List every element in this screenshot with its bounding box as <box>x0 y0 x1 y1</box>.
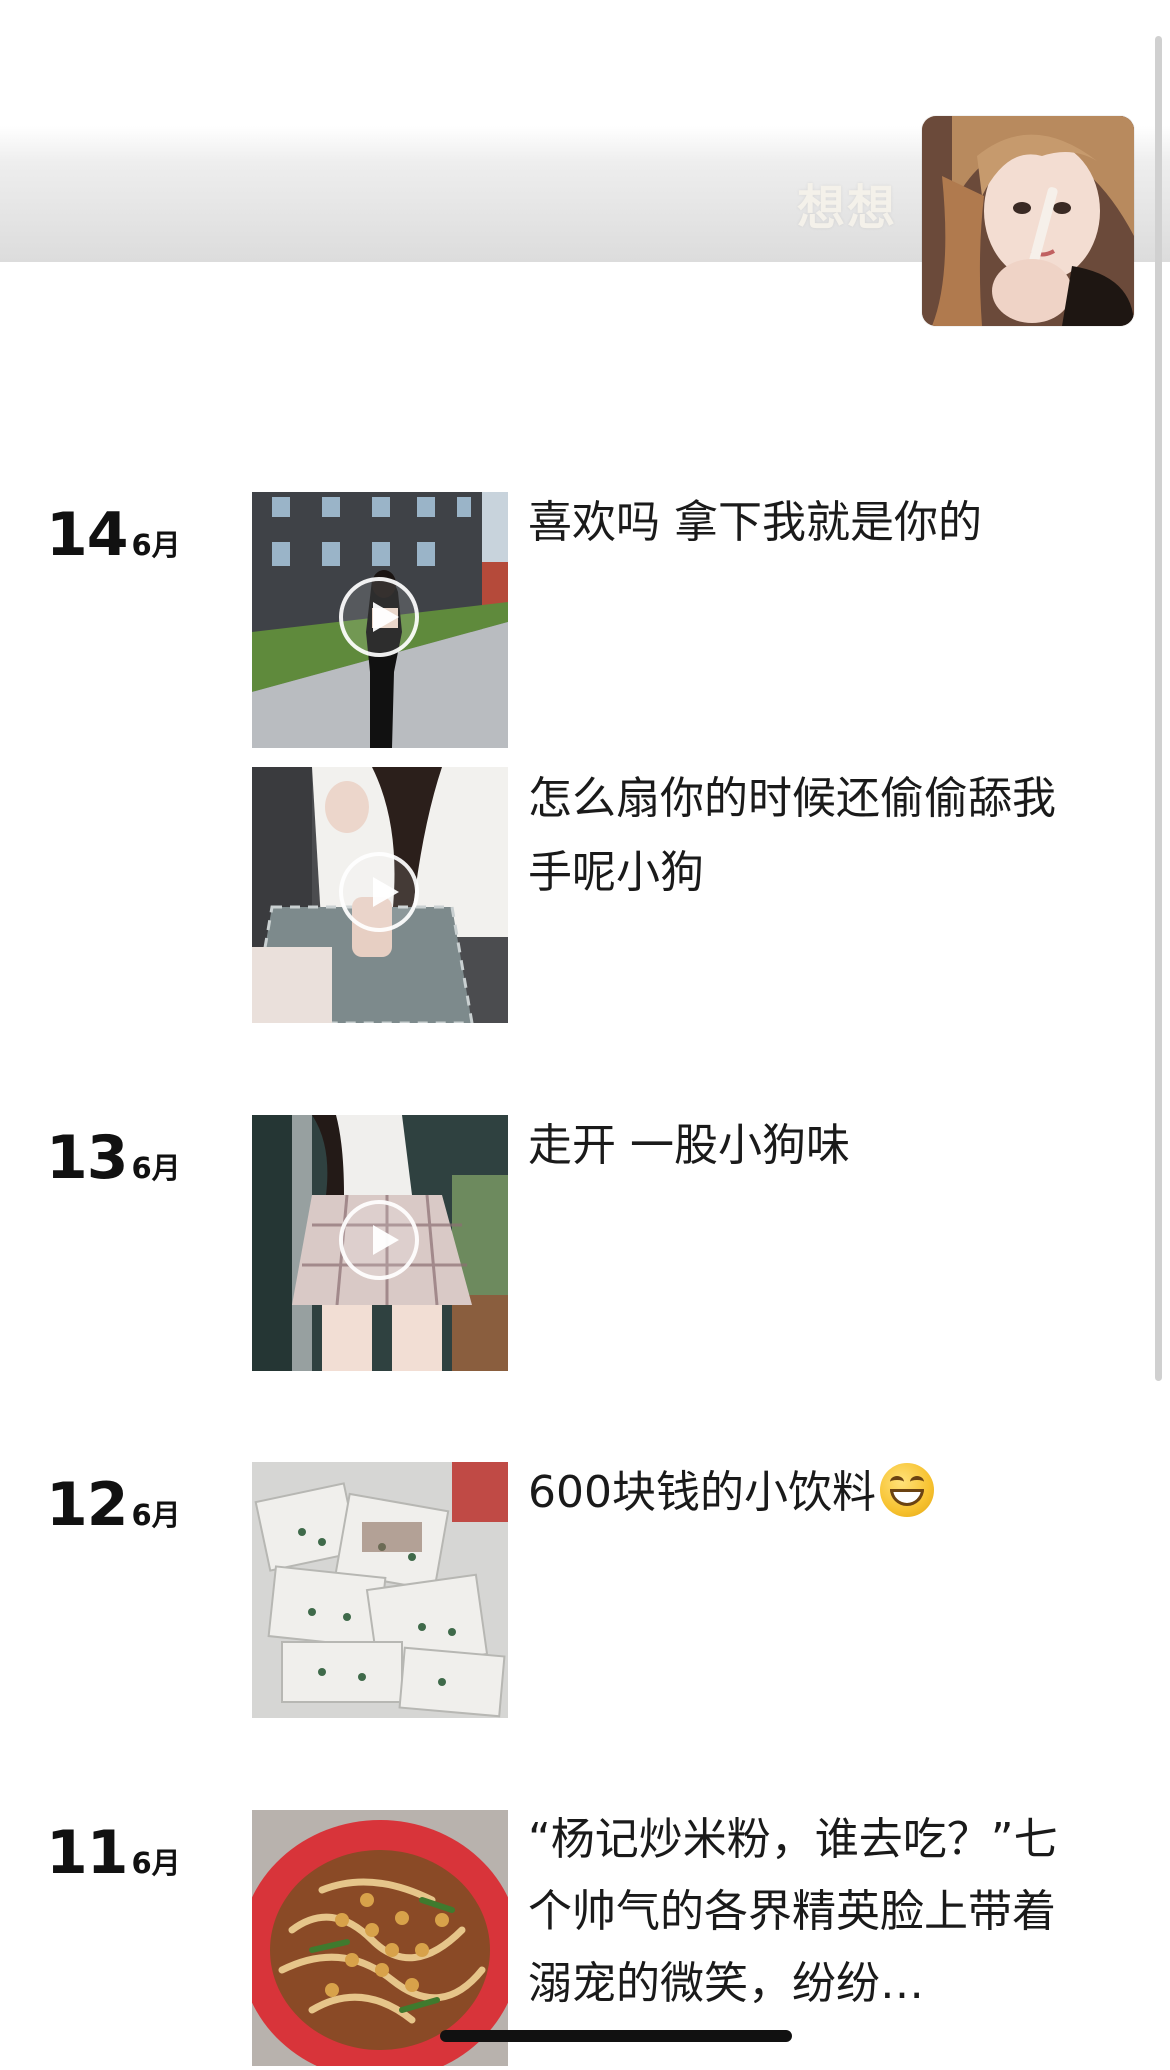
video-thumbnail[interactable] <box>252 492 508 748</box>
post-date-14: 14 6月 <box>46 500 181 570</box>
play-icon[interactable] <box>339 1200 419 1280</box>
photo-thumbnail[interactable] <box>252 1810 508 2066</box>
date-month: 6月 <box>131 1498 181 1532</box>
play-icon[interactable] <box>339 852 419 932</box>
profile-nickname: 想想 <box>796 180 897 236</box>
grinning-face-emoji-icon <box>879 1463 934 1517</box>
post-caption[interactable]: 喜欢吗 拿下我就是你的 <box>528 486 1088 560</box>
date-day: 11 <box>46 1818 128 1888</box>
post-caption[interactable]: 600块钱的小饮料 <box>528 1456 1088 1530</box>
profile-avatar[interactable] <box>922 116 1134 326</box>
caption-text: 600块钱的小饮料 <box>528 1467 876 1518</box>
post-caption[interactable]: 走开 一股小狗味 <box>528 1109 1088 1183</box>
post-date-11: 11 6月 <box>46 1818 181 1888</box>
avatar-photo-icon <box>922 116 1134 326</box>
fried-rice-noodles-icon <box>252 1810 508 2066</box>
post-date-12: 12 6月 <box>46 1470 181 1540</box>
date-month: 6月 <box>131 1151 181 1185</box>
scrollbar[interactable] <box>1155 36 1162 1381</box>
video-thumbnail[interactable] <box>252 767 508 1023</box>
video-thumbnail[interactable] <box>252 1115 508 1371</box>
post-caption[interactable]: “杨记炒米粉，谁去吃？”七个帅气的各界精英脸上带着溺宠的微笑，纷纷… <box>528 1804 1088 2020</box>
date-day: 12 <box>46 1470 128 1540</box>
date-month: 6月 <box>131 528 181 562</box>
post-caption[interactable]: 怎么扇你的时候还偷偷舔我手呢小狗 <box>528 762 1088 910</box>
photo-thumbnail[interactable] <box>252 1462 508 1718</box>
play-icon[interactable] <box>339 577 419 657</box>
date-month: 6月 <box>131 1846 181 1880</box>
date-day: 14 <box>46 500 128 570</box>
drink-bags-icon <box>252 1462 508 1718</box>
moments-profile-page: 想想 14 6月 喜欢吗 拿下我就是你的 怎么扇你的时候还偷偷舔我手呢小狗 13… <box>0 0 1170 2070</box>
date-day: 13 <box>46 1123 128 1193</box>
post-date-13: 13 6月 <box>46 1123 181 1193</box>
home-indicator[interactable] <box>440 2030 792 2042</box>
